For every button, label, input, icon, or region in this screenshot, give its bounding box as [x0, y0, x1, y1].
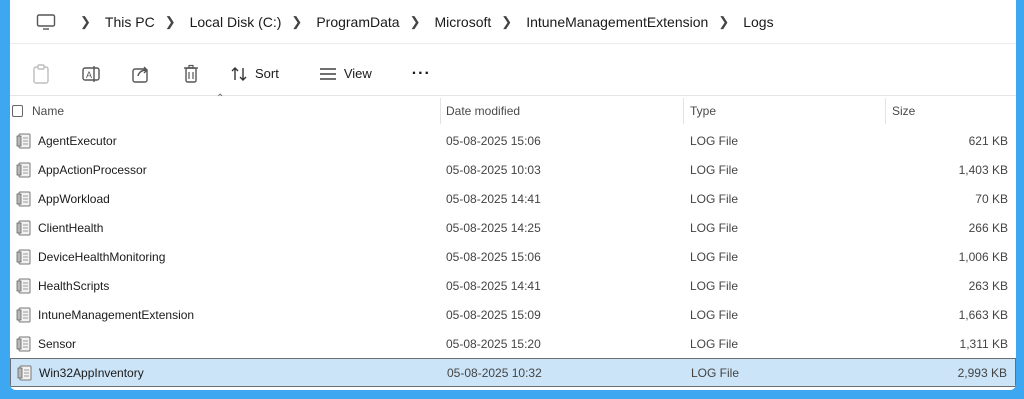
column-divider[interactable]	[683, 98, 684, 124]
log-file-icon	[16, 220, 31, 235]
file-type: LOG File	[690, 162, 739, 177]
file-row[interactable]: IntuneManagementExtension 05-08-2025 15:…	[10, 300, 1016, 329]
chevron-right-icon[interactable]: ❯	[165, 14, 176, 30]
file-type: LOG File	[690, 278, 739, 293]
file-row[interactable]: AppWorkload 05-08-2025 14:41 LOG File 70…	[10, 184, 1016, 213]
chevron-right-icon[interactable]: ❯	[718, 14, 729, 30]
log-file-icon	[16, 133, 31, 148]
column-header-name[interactable]: Name	[32, 96, 64, 126]
breadcrumb-intune[interactable]: IntuneManagementExtension	[526, 14, 708, 30]
view-label: View	[343, 66, 372, 81]
file-type: LOG File	[690, 307, 739, 322]
file-size: 1,006 KB	[958, 249, 1008, 264]
delete-icon[interactable]	[180, 63, 202, 85]
this-pc-icon[interactable]	[36, 13, 56, 30]
file-type: LOG File	[691, 365, 740, 380]
log-file-icon	[16, 191, 31, 206]
file-date: 05-08-2025 10:03	[446, 162, 541, 177]
file-row[interactable]: AgentExecutor 05-08-2025 15:06 LOG File …	[10, 126, 1016, 155]
command-bar: A Sort View ···	[10, 52, 1016, 96]
file-type: LOG File	[690, 133, 739, 148]
breadcrumb-logs[interactable]: Logs	[743, 14, 773, 30]
column-header-size[interactable]: Size	[892, 96, 915, 126]
file-date: 05-08-2025 15:20	[446, 336, 541, 351]
file-type: LOG File	[690, 191, 739, 206]
file-date: 05-08-2025 15:06	[446, 133, 541, 148]
file-date: 05-08-2025 14:41	[446, 278, 541, 293]
file-date: 05-08-2025 10:32	[447, 365, 542, 380]
file-date: 05-08-2025 14:25	[446, 220, 541, 235]
view-icon	[319, 67, 336, 80]
paste-icon[interactable]	[30, 63, 52, 85]
file-date: 05-08-2025 15:09	[446, 307, 541, 322]
column-divider[interactable]	[440, 98, 441, 124]
file-size: 1,403 KB	[958, 162, 1008, 177]
chevron-right-icon[interactable]: ❯	[410, 14, 421, 30]
breadcrumb-this-pc[interactable]: This PC	[105, 14, 155, 30]
column-header-type[interactable]: Type	[690, 96, 716, 126]
file-name: Win32AppInventory	[39, 365, 144, 380]
log-file-icon	[16, 336, 31, 351]
breadcrumb-microsoft[interactable]: Microsoft	[434, 14, 491, 30]
file-date: 05-08-2025 15:06	[446, 249, 541, 264]
column-headers: ⌃ Name Date modified Type Size	[10, 93, 1016, 126]
file-size: 1,311 KB	[959, 336, 1008, 351]
file-date: 05-08-2025 14:41	[446, 191, 541, 206]
file-name: Sensor	[38, 336, 77, 351]
file-type: LOG File	[690, 220, 739, 235]
log-file-icon	[16, 278, 31, 293]
log-file-icon	[16, 162, 31, 177]
file-type: LOG File	[690, 336, 739, 351]
sort-icon	[231, 66, 247, 81]
more-options-button[interactable]: ···	[412, 65, 431, 83]
file-name: DeviceHealthMonitoring	[38, 249, 166, 264]
file-list: AgentExecutor 05-08-2025 15:06 LOG File …	[10, 126, 1016, 387]
file-name: AppWorkload	[38, 191, 110, 206]
file-size: 70 KB	[975, 191, 1008, 206]
file-name: IntuneManagementExtension	[38, 307, 195, 322]
sort-ascending-icon: ⌃	[216, 93, 225, 104]
file-size: 1,663 KB	[958, 307, 1008, 322]
sort-label: Sort	[255, 66, 279, 81]
file-row[interactable]: ClientHealth 05-08-2025 14:25 LOG File 2…	[10, 213, 1016, 242]
log-file-icon	[17, 365, 32, 380]
file-row[interactable]: Sensor 05-08-2025 15:20 LOG File 1,311 K…	[10, 329, 1016, 358]
file-size: 2,993 KB	[957, 365, 1007, 380]
file-size: 263 KB	[968, 278, 1008, 293]
column-header-date[interactable]: Date modified	[446, 96, 520, 126]
file-name: ClientHealth	[38, 220, 104, 235]
svg-text:A: A	[86, 70, 92, 80]
file-type: LOG File	[690, 249, 739, 264]
file-name: AgentExecutor	[38, 133, 117, 148]
view-button[interactable]: View	[319, 66, 372, 81]
file-row[interactable]: DeviceHealthMonitoring 05-08-2025 15:06 …	[10, 242, 1016, 271]
breadcrumb-programdata[interactable]: ProgramData	[316, 14, 399, 30]
chevron-right-icon[interactable]: ❯	[291, 14, 302, 30]
file-row[interactable]: HealthScripts 05-08-2025 14:41 LOG File …	[10, 271, 1016, 300]
sort-button[interactable]: Sort	[230, 66, 279, 82]
file-name: AppActionProcessor	[38, 162, 147, 177]
log-file-icon	[16, 307, 31, 322]
select-all-checkbox[interactable]	[12, 105, 23, 117]
file-size: 621 KB	[968, 133, 1008, 148]
file-name: HealthScripts	[38, 278, 110, 293]
file-size: 266 KB	[968, 220, 1008, 235]
file-row[interactable]: AppActionProcessor 05-08-2025 10:03 LOG …	[10, 155, 1016, 184]
log-file-icon	[16, 249, 31, 264]
breadcrumb: ❯ This PC ❯ Local Disk (C:) ❯ ProgramDat…	[10, 0, 1016, 44]
column-divider[interactable]	[885, 98, 886, 124]
chevron-right-icon[interactable]: ❯	[501, 14, 512, 30]
breadcrumb-local-disk[interactable]: Local Disk (C:)	[190, 14, 282, 30]
share-icon[interactable]	[130, 63, 152, 85]
file-row-selected[interactable]: Win32AppInventory 05-08-2025 10:32 LOG F…	[10, 358, 1016, 387]
file-explorer-window: ❯ This PC ❯ Local Disk (C:) ❯ ProgramDat…	[10, 0, 1016, 390]
rename-icon[interactable]: A	[80, 63, 102, 85]
chevron-right-icon[interactable]: ❯	[80, 14, 91, 30]
